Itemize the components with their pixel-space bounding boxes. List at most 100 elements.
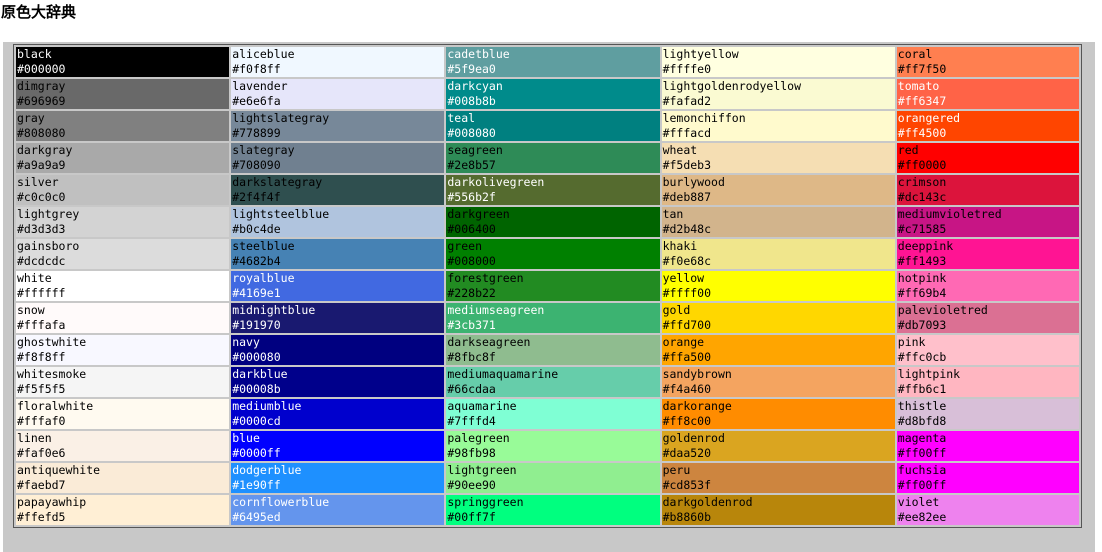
color-name: linen xyxy=(17,431,52,445)
color-name: violet xyxy=(897,495,940,509)
color-swatch-cell: dodgerblue #1e90ff xyxy=(231,463,445,493)
color-swatch-cell: papayawhip #ffefd5 xyxy=(16,495,230,525)
color-hex: #008080 xyxy=(447,126,496,140)
color-name: aliceblue xyxy=(232,47,295,61)
color-name: gray xyxy=(17,111,45,125)
color-name: lightslategray xyxy=(232,111,330,125)
color-name: darkgoldenrod xyxy=(662,495,753,509)
color-name: sandybrown xyxy=(662,367,732,381)
color-name: whitesmoke xyxy=(17,367,87,381)
color-hex: #0000cd xyxy=(232,414,281,428)
color-name: dimgray xyxy=(17,79,66,93)
color-name: orange xyxy=(662,335,705,349)
color-swatch-cell: snow #fffafa xyxy=(16,303,230,333)
table-row: black #000000 aliceblue #f0f8ff cadetblue #5f… xyxy=(16,47,1079,77)
color-swatch-cell: gold #ffd700 xyxy=(661,303,895,333)
color-hex: #f8f8ff xyxy=(17,350,66,364)
color-name: aquamarine xyxy=(447,399,517,413)
color-hex: #2e8b57 xyxy=(447,158,496,172)
color-name: burlywood xyxy=(662,175,725,189)
color-swatch-cell: white #ffffff xyxy=(16,271,230,301)
color-hex: #191970 xyxy=(232,318,281,332)
color-name: navy xyxy=(232,335,260,349)
color-hex: #ffd700 xyxy=(662,318,712,332)
color-name: midnightblue xyxy=(232,303,316,317)
color-hex: #ee82ee xyxy=(897,510,947,524)
color-hex: #228b22 xyxy=(447,286,496,300)
color-hex: #dc143c xyxy=(897,190,947,204)
color-hex: #4169e1 xyxy=(232,286,281,300)
color-swatch-cell: khaki #f0e68c xyxy=(661,239,895,269)
color-swatch-cell: wheat #f5deb3 xyxy=(661,143,895,173)
color-name: red xyxy=(897,143,919,157)
color-swatch-cell: silver #c0c0c0 xyxy=(16,175,230,205)
color-swatch-cell: darkseagreen #8fbc8f xyxy=(446,335,660,365)
color-name: black xyxy=(17,47,52,61)
color-hex: #808080 xyxy=(17,126,66,140)
color-table-container: black #000000 aliceblue #f0f8ff cadetblue #5f… xyxy=(3,42,1095,552)
color-table-frame: black #000000 aliceblue #f0f8ff cadetblue #5f… xyxy=(13,44,1082,528)
color-swatch-cell: lemonchiffon #fffacd xyxy=(661,111,895,141)
color-name: hotpink xyxy=(897,271,947,285)
color-name: lightsteelblue xyxy=(232,207,330,221)
color-swatch-cell: seagreen #2e8b57 xyxy=(446,143,660,173)
color-swatch-cell: whitesmoke #f5f5f5 xyxy=(16,367,230,397)
color-name: royalblue xyxy=(232,271,295,285)
color-swatch-cell: lightgrey #d3d3d3 xyxy=(16,207,230,237)
color-swatch-cell: aliceblue #f0f8ff xyxy=(231,47,445,77)
color-hex: #e6e6fa xyxy=(232,94,281,108)
color-swatch-cell: deeppink #ff1493 xyxy=(896,239,1079,269)
color-hex: #8fbc8f xyxy=(447,350,496,364)
color-name: seagreen xyxy=(447,143,503,157)
color-swatch-cell: palegreen #98fb98 xyxy=(446,431,660,461)
color-name: wheat xyxy=(662,143,698,157)
table-row: silver #c0c0c0 darkslategray #2f4f4f darkoli… xyxy=(16,175,1079,205)
color-swatch-cell: orange #ffa500 xyxy=(661,335,895,365)
table-row: floralwhite #fffaf0 mediumblue #0000cd aquam… xyxy=(16,399,1079,429)
color-swatch-cell: cornflowerblue #6495ed xyxy=(231,495,445,525)
table-row: gray #808080 lightslategray #778899 teal #008… xyxy=(16,111,1079,141)
color-swatch-cell: royalblue #4169e1 xyxy=(231,271,445,301)
color-name: peru xyxy=(662,463,691,477)
color-hex: #fffaf0 xyxy=(17,414,66,428)
table-row: gainsboro #dcdcdc steelblue #4682b4 green #00… xyxy=(16,239,1079,269)
color-swatch-cell: floralwhite #fffaf0 xyxy=(16,399,230,429)
color-hex: #2f4f4f xyxy=(232,190,281,204)
color-hex: #696969 xyxy=(17,94,66,108)
table-row: antiquewhite #faebd7 dodgerblue #1e90ff ligh… xyxy=(16,463,1079,493)
color-hex: #ffc0cb xyxy=(897,350,947,364)
color-name: lightyellow xyxy=(662,47,739,61)
color-swatch-cell: lavender #e6e6fa xyxy=(231,79,445,109)
color-swatch-cell: mediumaquamarine #66cdaa xyxy=(446,367,660,397)
color-name: gainsboro xyxy=(17,239,80,253)
color-name: mediumvioletred xyxy=(897,207,1002,221)
color-name: mediumseagreen xyxy=(447,303,545,317)
color-swatch-cell: cadetblue #5f9ea0 xyxy=(446,47,660,77)
color-swatch-cell: darkgray #a9a9a9 xyxy=(16,143,230,173)
color-swatch-cell: navy #000080 xyxy=(231,335,445,365)
table-row: darkgray #a9a9a9 slategray #708090 seagreen #… xyxy=(16,143,1079,173)
color-swatch-cell: darkorange #ff8c00 xyxy=(661,399,895,429)
color-hex: #d2b48c xyxy=(662,222,712,236)
color-hex: #ffa500 xyxy=(662,350,712,364)
color-swatch-cell: tan #d2b48c xyxy=(661,207,895,237)
color-name: antiquewhite xyxy=(17,463,101,477)
color-hex: #c71585 xyxy=(897,222,947,236)
color-name: papayawhip xyxy=(17,495,87,509)
color-swatch-cell: darkolivegreen #556b2f xyxy=(446,175,660,205)
color-hex: #fffafa xyxy=(17,318,66,332)
color-swatch-cell: antiquewhite #faebd7 xyxy=(16,463,230,493)
color-name: teal xyxy=(447,111,476,125)
color-name: tomato xyxy=(897,79,940,93)
color-name: lightpink xyxy=(897,367,961,381)
color-hex: #778899 xyxy=(232,126,281,140)
color-swatch-cell: forestgreen #228b22 xyxy=(446,271,660,301)
color-swatch-cell: lightyellow #ffffe0 xyxy=(661,47,895,77)
color-swatch-cell: crimson #dc143c xyxy=(896,175,1079,205)
color-swatch-cell: thistle #d8bfd8 xyxy=(896,399,1079,429)
color-swatch-cell: springgreen #00ff7f xyxy=(446,495,660,525)
color-swatch-cell: lightpink #ffb6c1 xyxy=(896,367,1079,397)
color-swatch-cell: ghostwhite #f8f8ff xyxy=(16,335,230,365)
color-swatch-cell: lightgoldenrodyellow #fafad2 xyxy=(661,79,895,109)
color-hex: #c0c0c0 xyxy=(17,190,66,204)
